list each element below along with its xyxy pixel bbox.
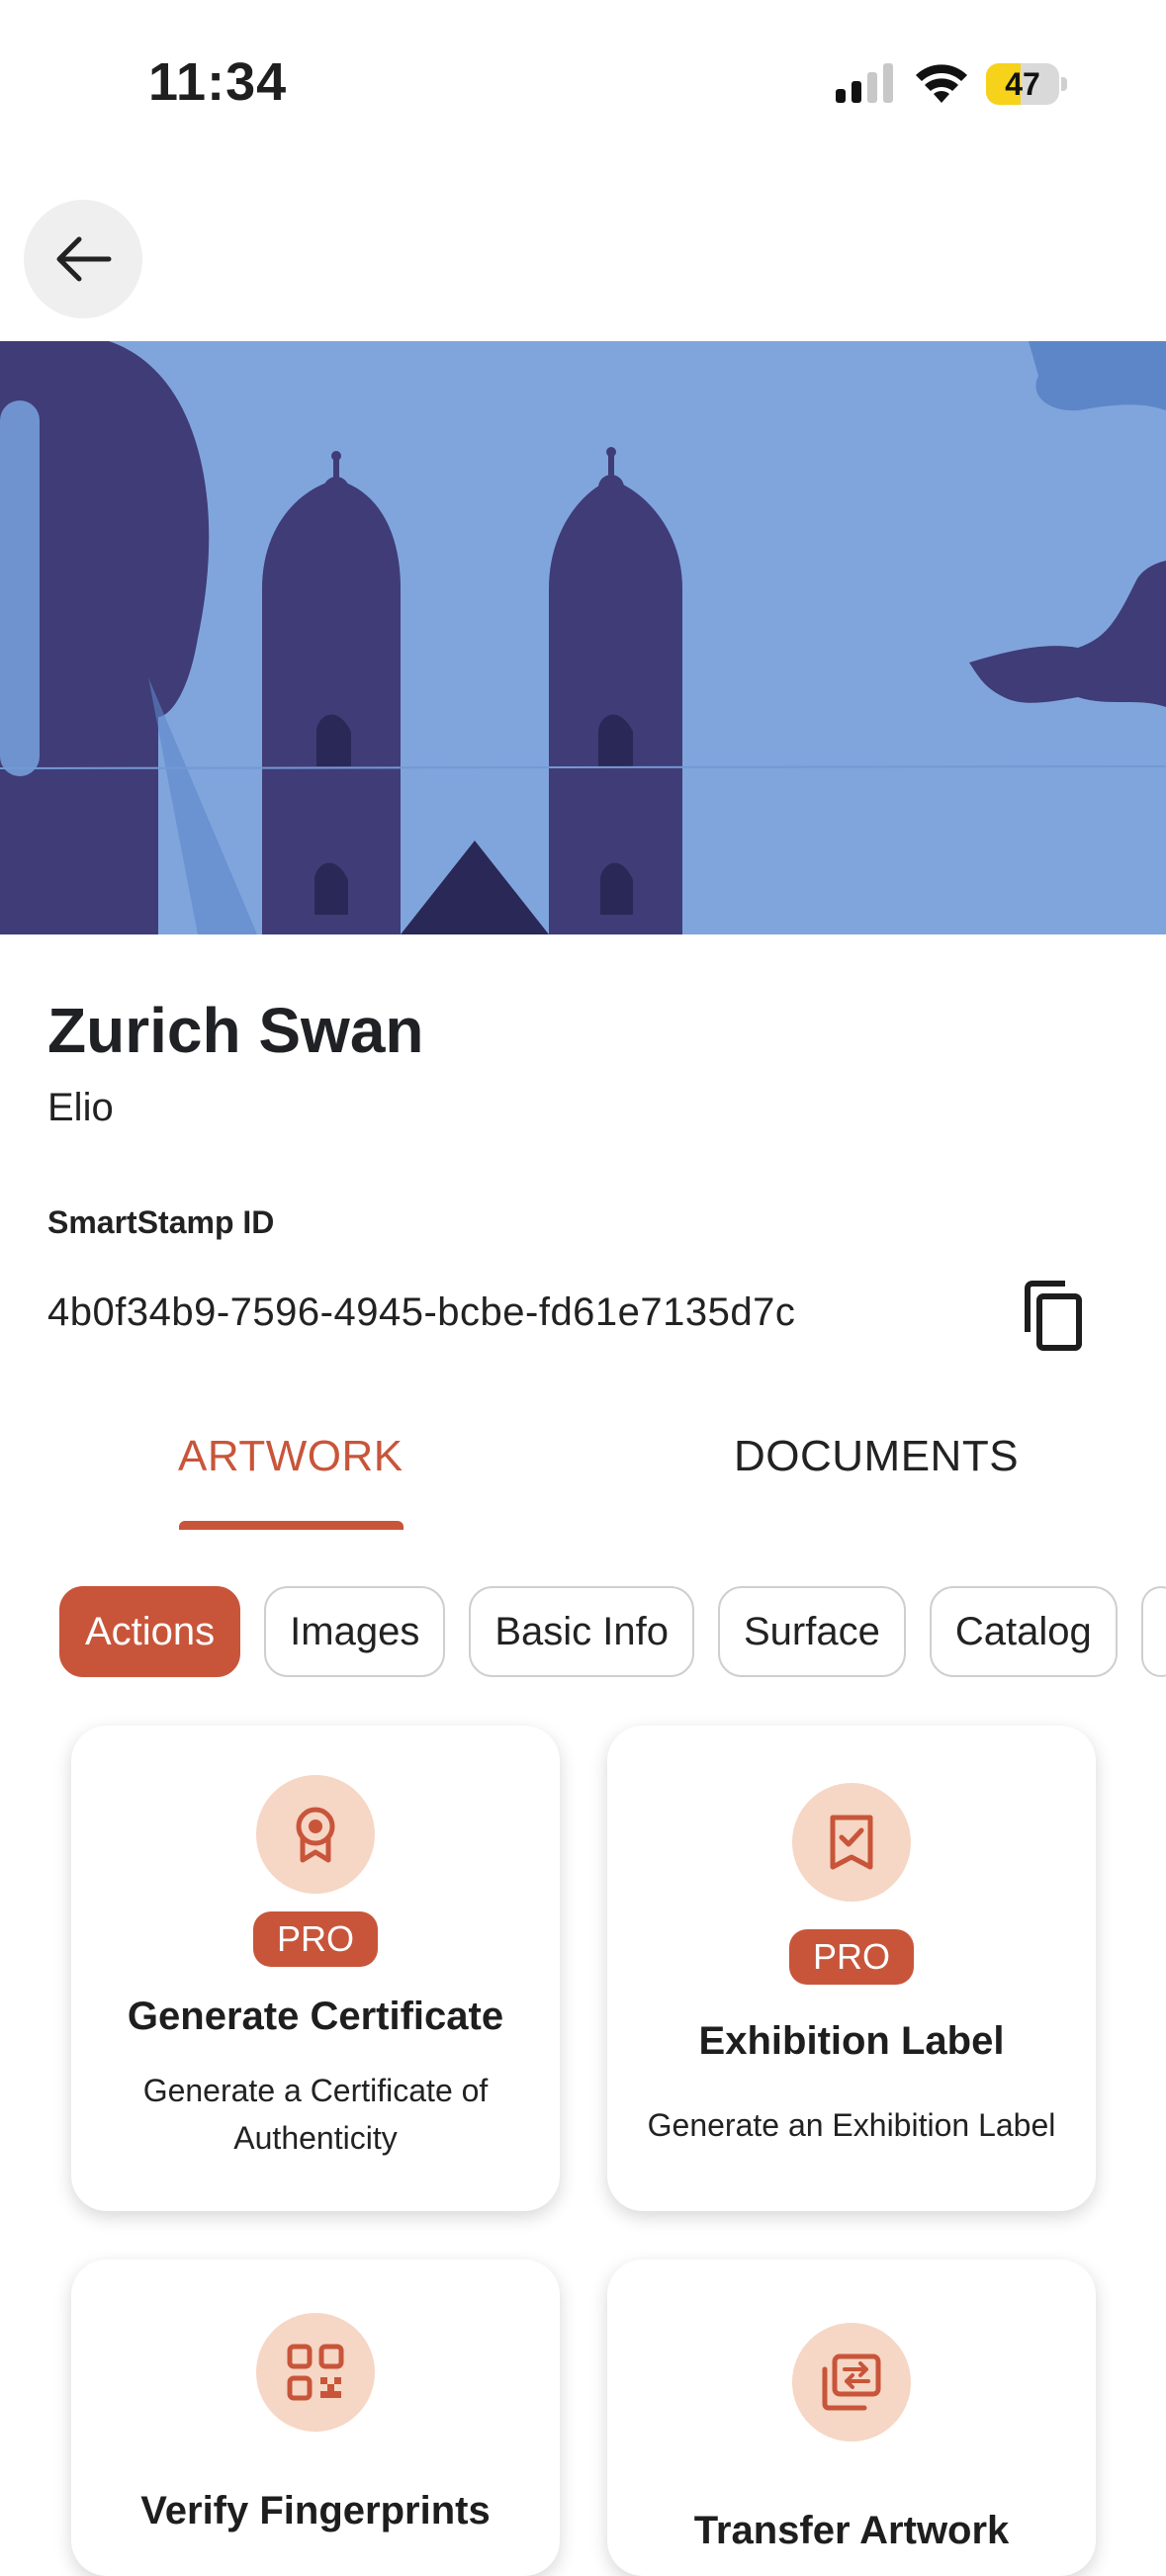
tab-artwork[interactable]: ARTWORK <box>178 1432 404 1481</box>
artwork-illustration <box>0 341 1166 934</box>
bookmark-check-icon <box>792 1783 911 1902</box>
exhibition-label-card[interactable]: PRO Exhibition Label Generate an Exhibit… <box>607 1726 1096 2211</box>
copy-button[interactable] <box>1019 1278 1088 1355</box>
section-chip-row: Actions Images Basic Info Surface Catalo… <box>59 1586 1166 1681</box>
card-title: Transfer Artwork <box>693 2509 1010 2552</box>
active-tab-indicator <box>179 1521 404 1530</box>
artist-name: Elio <box>47 1086 114 1129</box>
qr-code-icon <box>256 2313 375 2432</box>
status-time: 11:34 <box>148 52 288 112</box>
card-title: Exhibition Label <box>698 2019 1005 2063</box>
transfer-artwork-card[interactable]: Transfer Artwork <box>607 2260 1096 2576</box>
card-title: Generate Certificate <box>127 1995 504 2038</box>
smartstamp-id-label: SmartStamp ID <box>47 1204 275 1240</box>
chip-surface[interactable]: Surface <box>718 1586 906 1677</box>
certificate-ribbon-icon <box>256 1775 375 1894</box>
card-description: Generate a Certificate of Authenticity <box>142 2073 489 2156</box>
verify-fingerprints-card[interactable]: Verify Fingerprints <box>71 2260 560 2576</box>
battery-icon: 47 <box>986 63 1069 107</box>
chip-images[interactable]: Images <box>264 1586 446 1677</box>
arrow-left-icon <box>56 236 112 282</box>
artwork-image[interactable] <box>0 341 1166 934</box>
tab-documents[interactable]: DOCUMENTS <box>734 1432 1019 1481</box>
battery-percent: 47 <box>1005 66 1040 102</box>
back-button[interactable] <box>24 200 142 318</box>
card-description: Generate an Exhibition Label <box>647 2107 1056 2143</box>
wifi-icon <box>916 64 967 103</box>
card-title: Verify Fingerprints <box>140 2489 491 2532</box>
copy-icon <box>1025 1281 1082 1351</box>
artwork-title: Zurich Swan <box>47 995 424 1066</box>
chip-catalog[interactable]: Catalog <box>929 1586 1118 1677</box>
cellular-signal-icon <box>836 63 893 103</box>
pro-badge: PRO <box>789 1929 914 1985</box>
pro-badge: PRO <box>253 1911 378 1967</box>
chip-overflow[interactable] <box>1140 1586 1166 1677</box>
chip-basic-info[interactable]: Basic Info <box>469 1586 694 1677</box>
smartstamp-id-value: 4b0f34b9-7596-4945-bcbe-fd61e7135d7c <box>47 1290 796 1334</box>
chip-actions[interactable]: Actions <box>59 1586 241 1677</box>
generate-certificate-card[interactable]: PRO Generate Certificate Generate a Cert… <box>71 1726 560 2211</box>
transfer-icon <box>792 2323 911 2442</box>
